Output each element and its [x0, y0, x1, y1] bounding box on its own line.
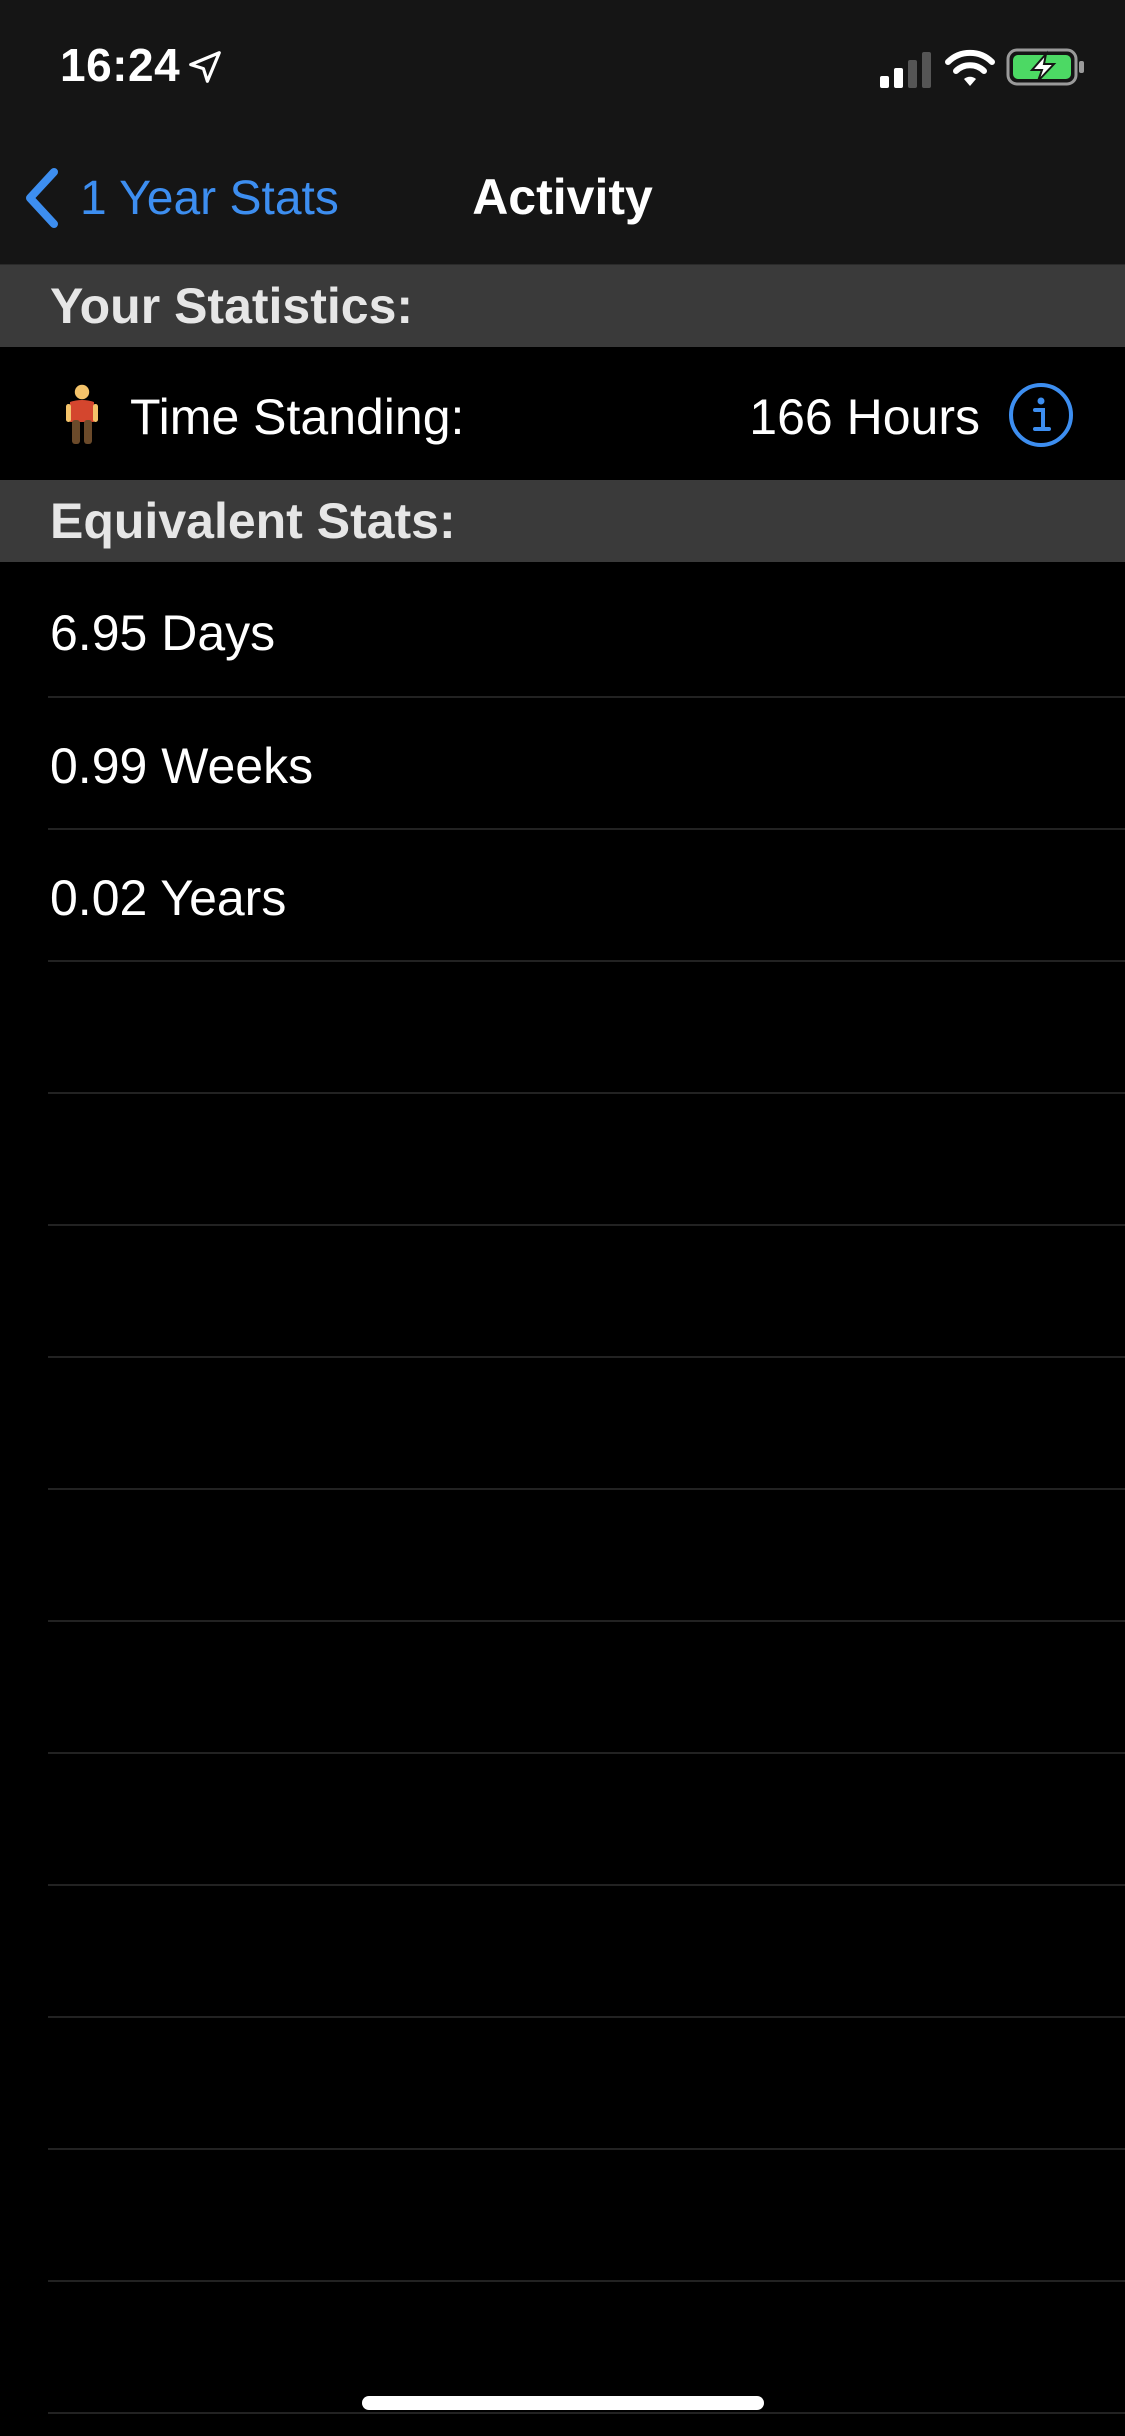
- row-divider: [48, 960, 1125, 962]
- stat-label: Time Standing:: [130, 389, 465, 445]
- status-time: 16:24: [60, 39, 181, 91]
- row-divider: [48, 2280, 1125, 2282]
- standing-person-icon: [66, 384, 98, 444]
- location-arrow-icon: [189, 51, 221, 83]
- row-divider: [48, 696, 1125, 698]
- page-title: Activity: [472, 169, 653, 225]
- list-item-label: 0.02 Years: [50, 870, 287, 926]
- row-divider: [48, 2016, 1125, 2018]
- list-item: 0.02 Years: [0, 829, 1125, 961]
- row-divider: [48, 1884, 1125, 1886]
- section-header-your-statistics: Your Statistics:: [0, 265, 1125, 347]
- row-divider: [48, 1092, 1125, 1094]
- section-header-label: Equivalent Stats:: [50, 493, 456, 549]
- stat-row-time-standing: Time Standing: 166 Hours: [0, 348, 1125, 480]
- section-header-equivalent-stats: Equivalent Stats:: [0, 480, 1125, 562]
- row-divider: [48, 2148, 1125, 2150]
- row-divider: [48, 2412, 1125, 2414]
- list-item-label: 0.99 Weeks: [50, 738, 314, 794]
- cellular-signal-icon: [880, 52, 931, 88]
- row-divider: [48, 1752, 1125, 1754]
- stat-value: 166 Hours: [749, 389, 980, 445]
- home-indicator[interactable]: [362, 2396, 764, 2410]
- list-item-label: 6.95 Days: [50, 605, 276, 661]
- info-icon[interactable]: [1008, 382, 1074, 448]
- row-divider: [48, 828, 1125, 830]
- top-bar: 16:24 1 Year Stats Activity: [0, 0, 1125, 265]
- battery-charging-icon: [1006, 48, 1084, 86]
- row-divider: [48, 1620, 1125, 1622]
- list-item: 6.95 Days: [0, 564, 1125, 696]
- row-divider: [48, 1224, 1125, 1226]
- app-screen: 16:24 1 Year Stats Activity Your Statist…: [0, 0, 1125, 2436]
- section-header-label: Your Statistics:: [50, 278, 414, 334]
- wifi-icon: [945, 49, 995, 86]
- row-divider: [48, 1488, 1125, 1490]
- list-item: 0.99 Weeks: [0, 697, 1125, 829]
- row-divider: [48, 1356, 1125, 1358]
